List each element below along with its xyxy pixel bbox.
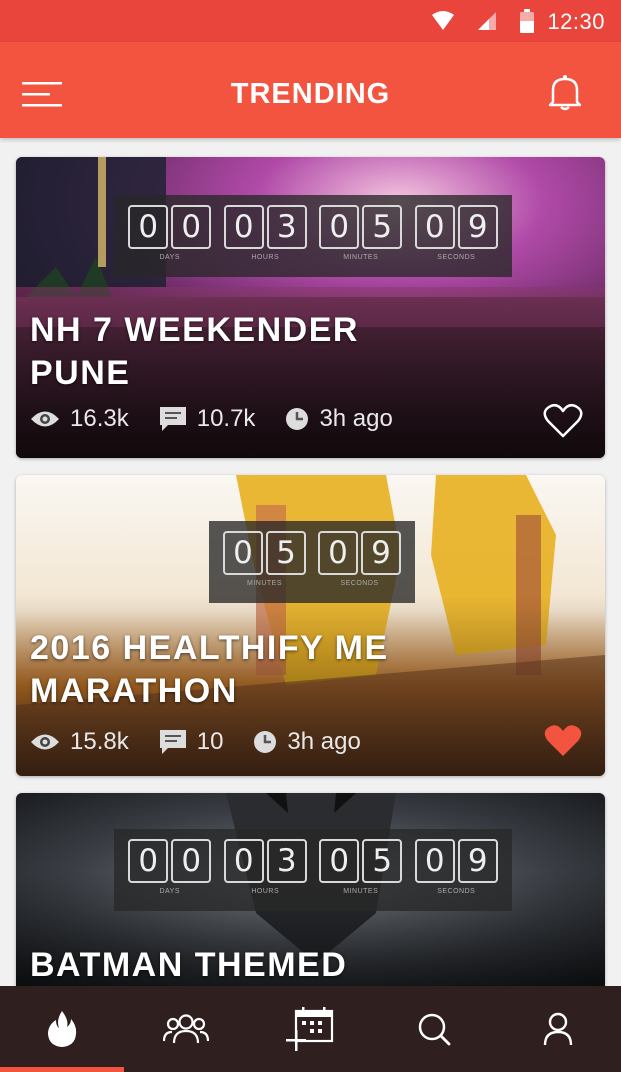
status-bar: 12:30 xyxy=(0,0,621,42)
countdown-seconds: 09 SECONDS xyxy=(316,531,403,603)
event-title: NH 7 WEEKENDER PUNE xyxy=(30,311,359,392)
bell-icon[interactable] xyxy=(545,72,585,112)
comment-icon xyxy=(159,407,186,431)
event-stats: 16.3k 10.7k 3h ago xyxy=(30,405,423,433)
event-title: BATMAN THEMED xyxy=(30,946,348,984)
clock-icon xyxy=(286,408,309,430)
countdown-minutes: 05 MINUTES xyxy=(317,839,405,911)
battery-icon xyxy=(520,9,534,33)
countdown-seconds: 09 SECONDS xyxy=(413,839,501,911)
nav-profile[interactable] xyxy=(496,986,620,1072)
community-icon xyxy=(163,1014,209,1044)
view-count: 15.8k xyxy=(70,728,129,755)
comment-count: 10.7k xyxy=(196,405,256,432)
event-card[interactable]: 00 DAYS 03 HOURS 05 MINUTES 09 SECONDS B… xyxy=(16,793,605,986)
nav-community[interactable] xyxy=(124,986,248,1072)
comment-icon xyxy=(159,730,186,754)
time-ago: 3h ago xyxy=(287,728,361,755)
countdown-timer: 05 MINUTES 09 SECONDS xyxy=(209,521,415,603)
bottom-nav xyxy=(0,986,621,1072)
app-bar: TRENDING xyxy=(0,42,621,138)
status-time: 12:30 xyxy=(547,9,605,34)
countdown-timer: 00 DAYS 03 HOURS 05 MINUTES 09 SECONDS xyxy=(114,195,512,277)
countdown-timer: 00 DAYS 03 HOURS 05 MINUTES 09 SECONDS xyxy=(114,829,512,911)
countdown-hours: 03 HOURS xyxy=(222,205,310,277)
add-event-icon xyxy=(286,1007,334,1051)
signal-icon xyxy=(478,12,496,30)
countdown-days: 00 DAYS xyxy=(126,205,214,277)
fire-icon xyxy=(48,1011,77,1047)
search-icon xyxy=(418,1013,451,1046)
eye-icon xyxy=(31,411,59,427)
eye-icon xyxy=(31,734,59,750)
countdown-hours: 03 HOURS xyxy=(222,839,310,911)
view-count: 16.3k xyxy=(70,405,129,432)
page-title: TRENDING xyxy=(230,78,391,110)
wifi-icon xyxy=(432,11,454,30)
time-ago: 3h ago xyxy=(319,405,393,432)
heart-icon[interactable] xyxy=(543,403,583,439)
comment-count: 10 xyxy=(196,728,224,755)
nav-trending[interactable] xyxy=(0,986,124,1072)
countdown-minutes: 05 MINUTES xyxy=(221,531,308,603)
clock-icon xyxy=(254,731,277,753)
nav-add-event[interactable] xyxy=(248,986,372,1072)
heart-filled-icon[interactable] xyxy=(543,723,583,759)
profile-icon xyxy=(543,1012,573,1046)
countdown-seconds: 09 SECONDS xyxy=(413,205,501,277)
countdown-minutes: 05 MINUTES xyxy=(317,205,405,277)
event-card[interactable]: 00 DAYS 03 HOURS 05 MINUTES 09 SECONDS N… xyxy=(16,157,605,458)
event-stats: 15.8k 10 3h ago xyxy=(30,728,391,756)
nav-search[interactable] xyxy=(372,986,496,1072)
countdown-days: 00 DAYS xyxy=(126,839,214,911)
event-card[interactable]: 05 MINUTES 09 SECONDS 2016 HEALTHIFY ME … xyxy=(16,475,605,776)
event-title: 2016 HEALTHIFY ME MARATHON xyxy=(30,629,389,710)
